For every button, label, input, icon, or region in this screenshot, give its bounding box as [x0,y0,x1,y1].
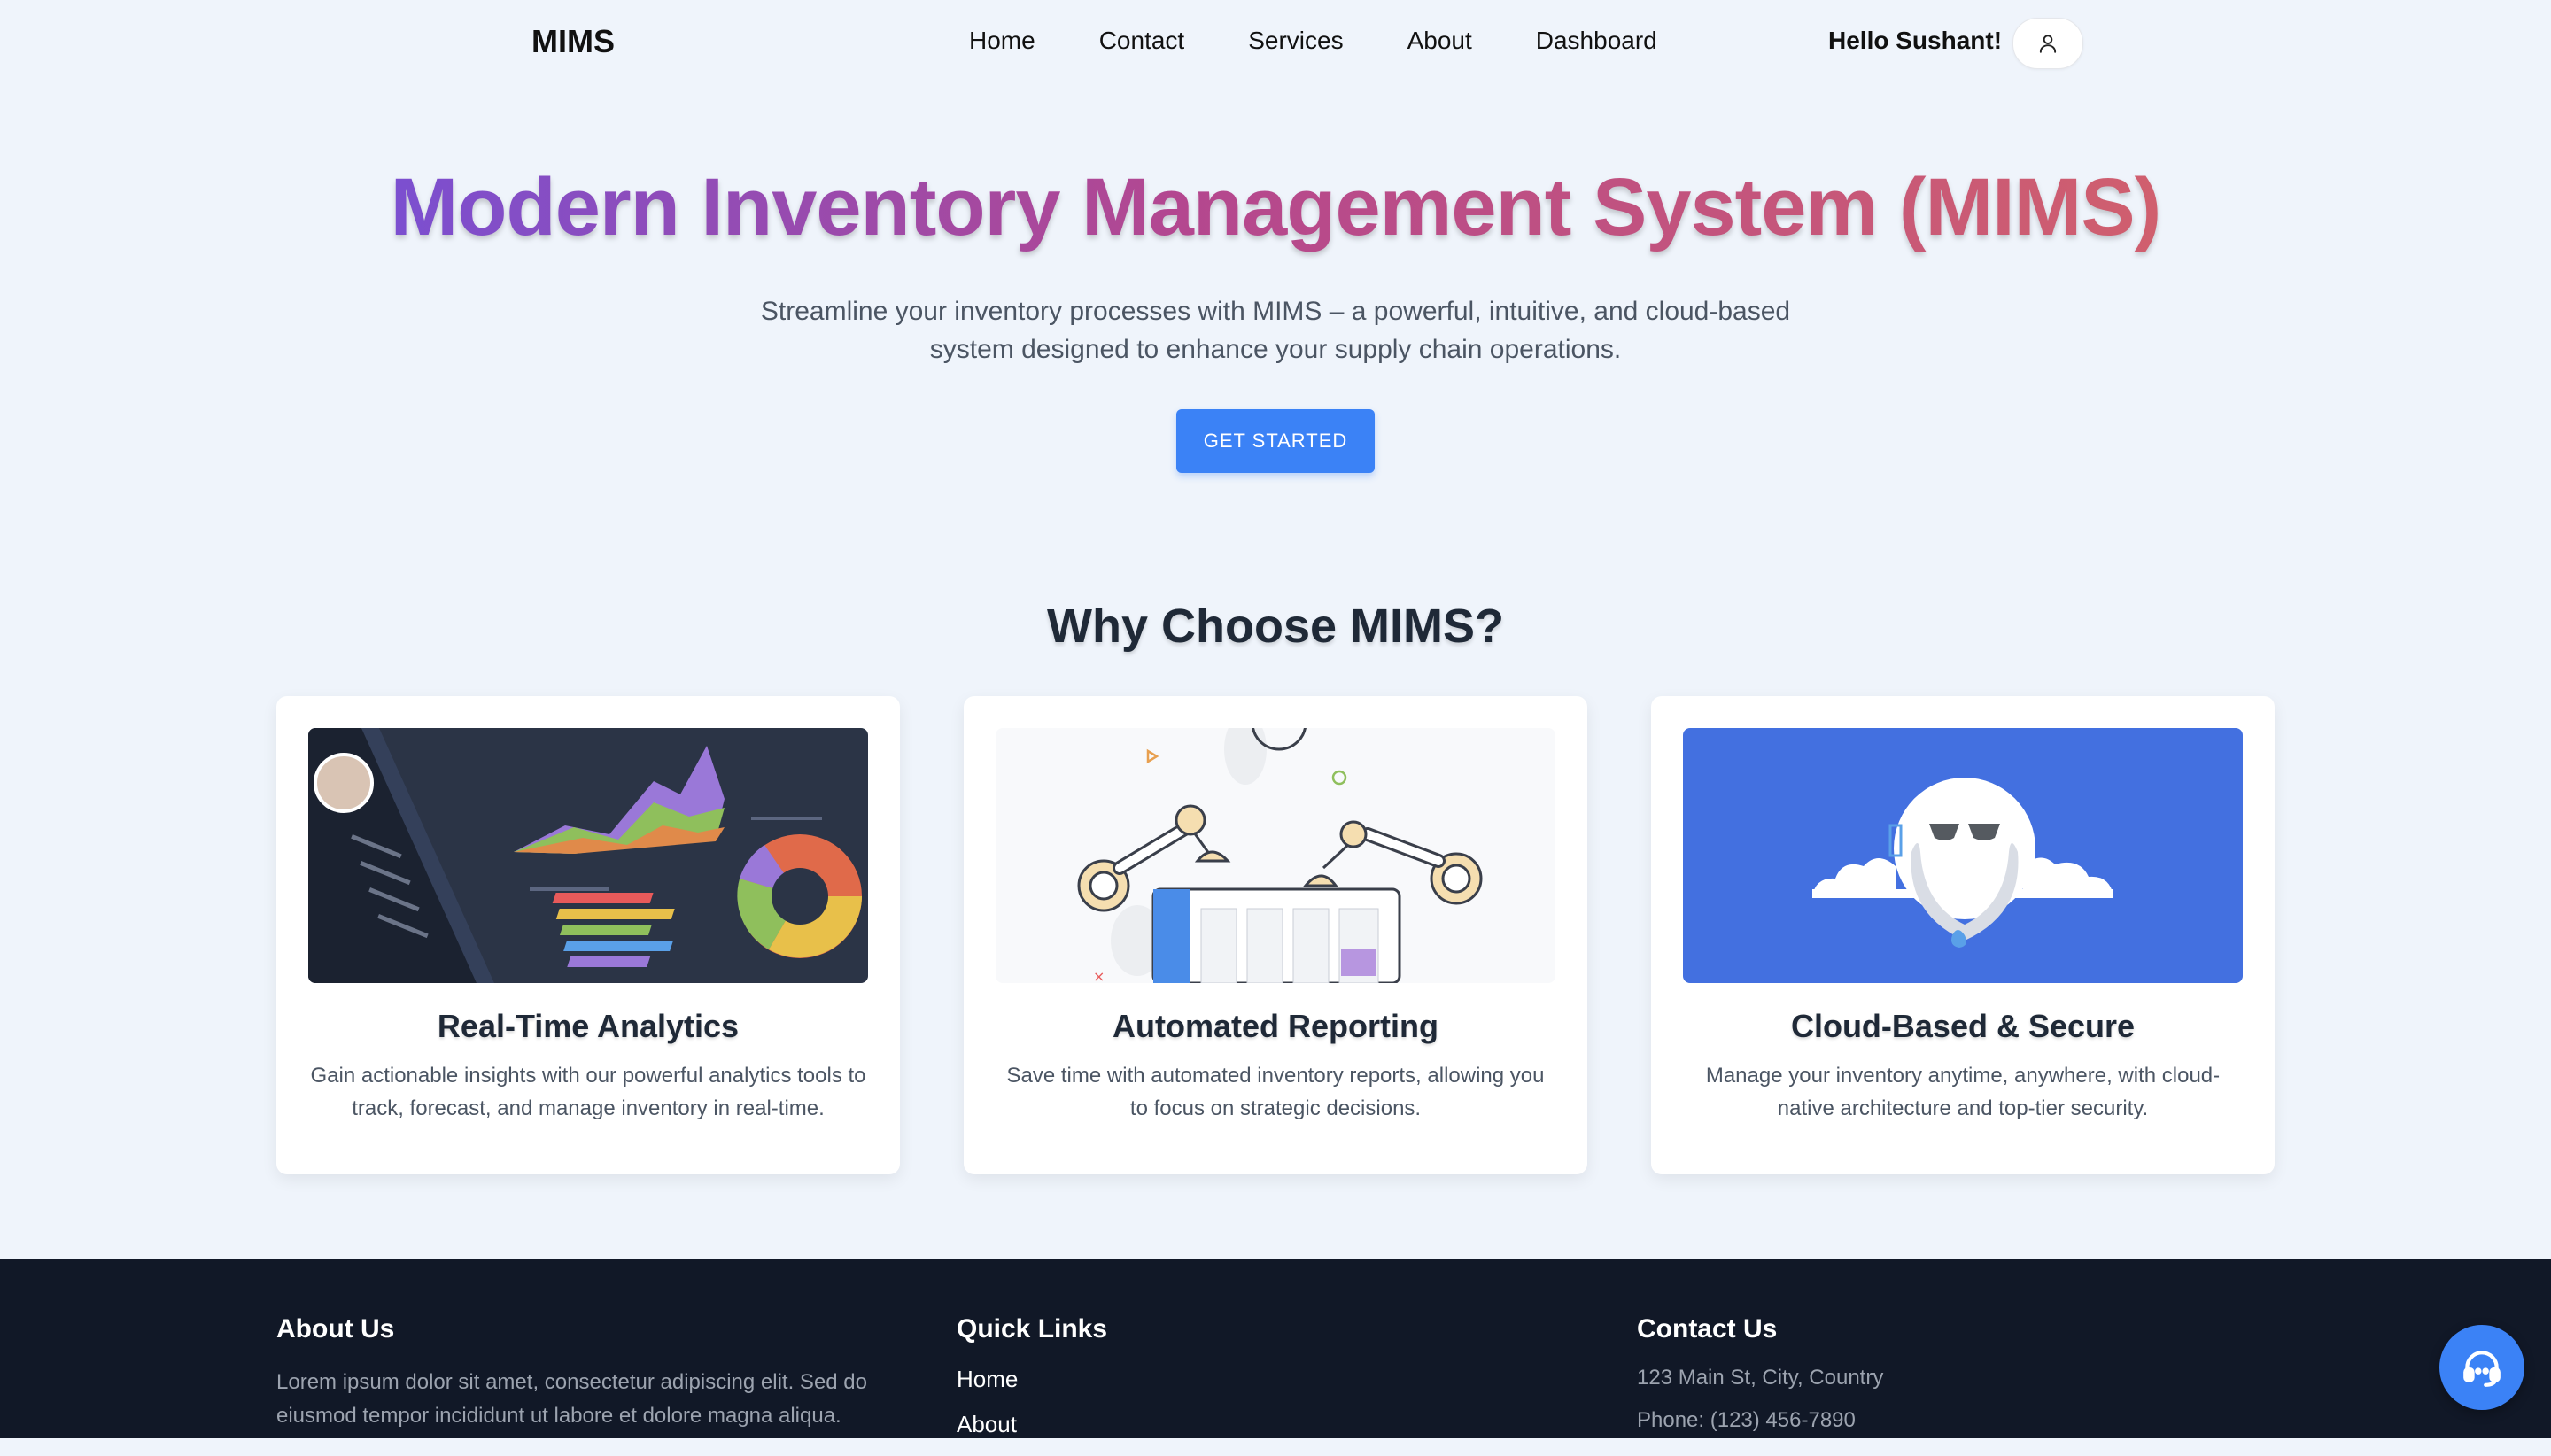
features-title: Why Choose MIMS? [1047,600,1504,653]
feature-card-description: Gain actionable insights with our powerf… [310,1064,866,1120]
footer-link-home[interactable]: Home [957,1366,1107,1393]
footer-about: About Us Lorem ipsum dolor sit amet, con… [276,1314,888,1433]
headset-icon [2463,1351,2501,1387]
feature-card-description: Manage your inventory anytime, anywhere,… [1705,1064,2221,1120]
feature-card-cloud: Cloud-Based & Secure Manage your invento… [1651,696,2275,1174]
hero-subtitle: Streamline your inventory processes with… [760,297,1791,364]
feature-card-analytics: Real-Time Analytics Gain actionable insi… [276,696,900,1174]
footer-phone: Phone: (123) 456-7890 [1637,1408,1856,1432]
footer-about-title: About Us [276,1314,395,1344]
hero-title-text: Modern Inventory Management System (MIMS… [390,162,2162,252]
nav-links: Home Contact Services About Dashboard [969,27,1657,55]
feature-card-reporting: × Automated Reporting Save time with aut… [964,696,1587,1174]
nav-link-about[interactable]: About [1407,27,1472,55]
cloud-security-image [1683,728,2243,983]
footer-contact: Contact Us 123 Main St, City, Country Ph… [1637,1314,1883,1451]
feature-card-title: Cloud-Based & Secure [1790,1008,2136,1044]
user-profile-button[interactable] [2012,18,2083,69]
footer-link-about[interactable]: About [957,1411,1107,1438]
hero-title: Modern Inventory Management System (MIMS… [0,161,2551,254]
footer-quick-links: Quick Links Home About [957,1314,1107,1456]
reporting-robots-image: × [996,728,1555,983]
footer-quick-links-title: Quick Links [957,1314,1108,1344]
brand-logo[interactable]: MIMS [531,23,615,60]
svg-text:×: × [1093,968,1105,983]
user-greeting: Hello Sushant! [1828,27,2003,54]
footer-address: 123 Main St, City, Country [1637,1366,1884,1390]
footer-contact-title: Contact Us [1637,1314,1778,1344]
nav-link-dashboard[interactable]: Dashboard [1536,27,1657,55]
get-started-button[interactable]: GET STARTED [1176,409,1375,473]
feature-card-description: Save time with automated inventory repor… [1006,1064,1545,1120]
support-chat-button[interactable] [2439,1325,2524,1410]
user-icon [2039,35,2057,53]
feature-card-title: Automated Reporting [1113,1008,1438,1044]
nav-link-home[interactable]: Home [969,27,1035,55]
nav-link-services[interactable]: Services [1248,27,1343,55]
footer-about-text: Lorem ipsum dolor sit amet, consectetur … [276,1370,867,1428]
analytics-dashboard-image [308,728,868,983]
footer: About Us Lorem ipsum dolor sit amet, con… [0,1259,2551,1438]
feature-card-title: Real-Time Analytics [437,1008,740,1044]
top-navbar: MIMS Home Contact Services About Dashboa… [0,0,2551,87]
nav-link-contact[interactable]: Contact [1099,27,1185,55]
